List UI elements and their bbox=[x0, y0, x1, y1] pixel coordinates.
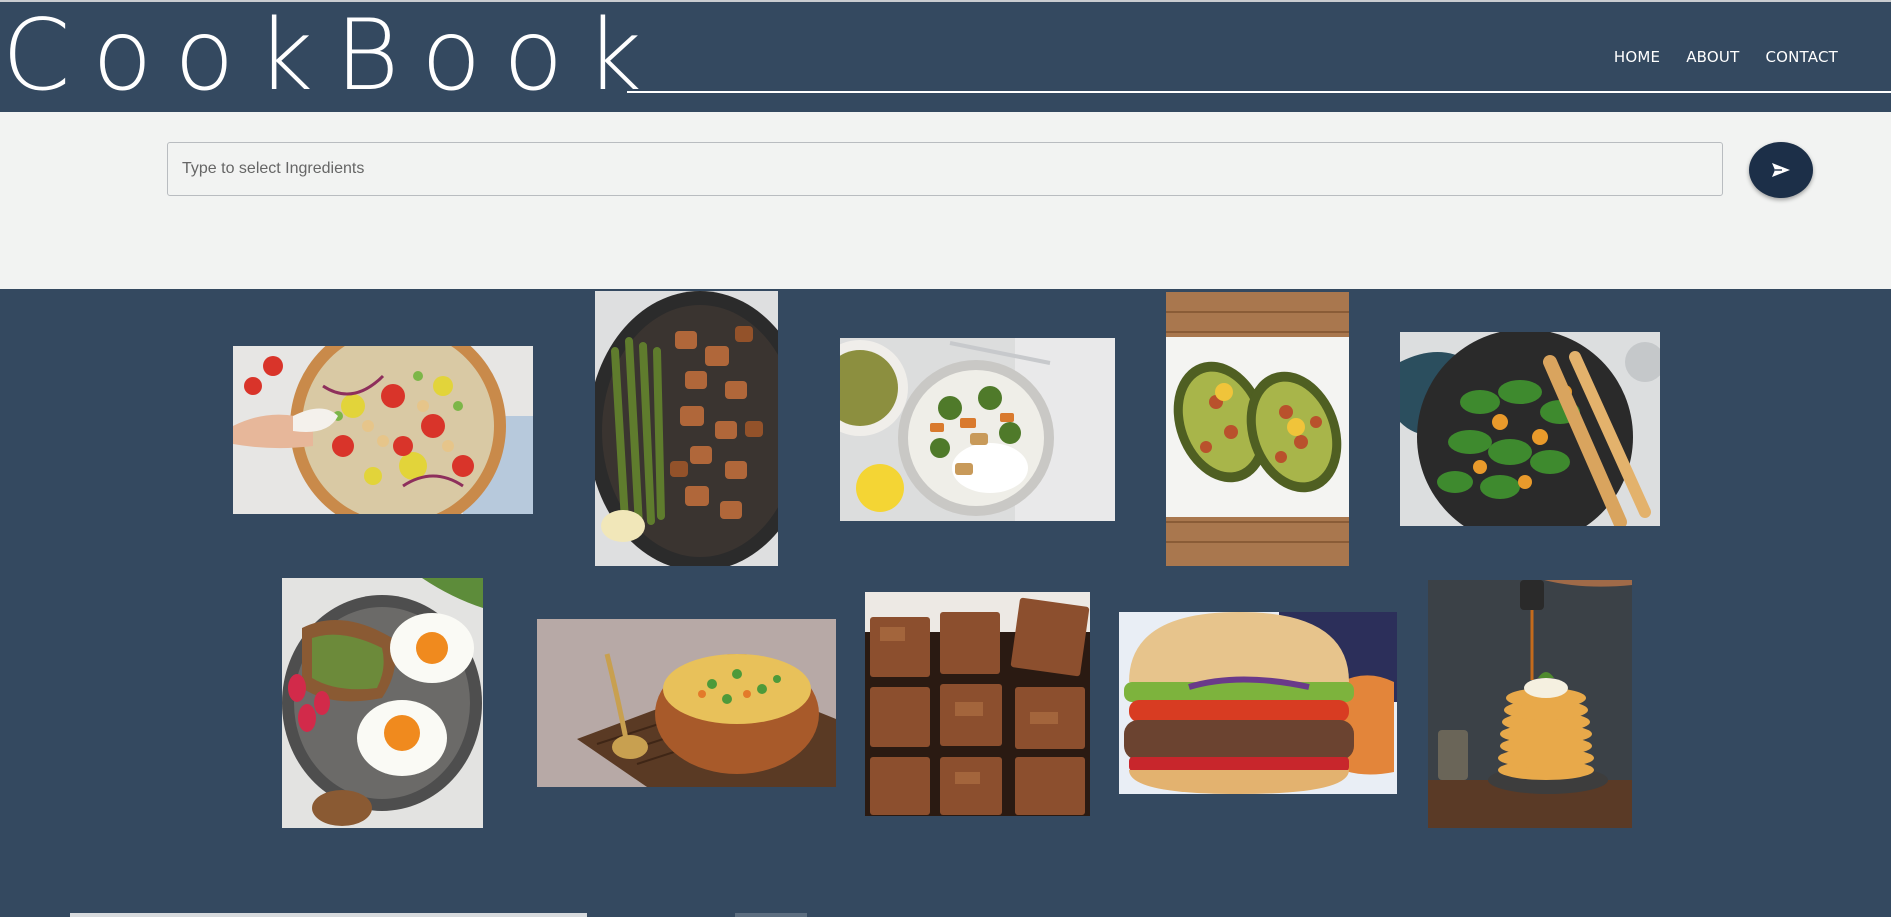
recipe-image-baked-stuffed-avocado[interactable] bbox=[1166, 292, 1349, 566]
main-nav: HOME ABOUT CONTACT bbox=[1588, 48, 1838, 66]
recipe-image-eggs-on-toast[interactable] bbox=[282, 578, 483, 828]
recipe-image-spinach-orange-salad[interactable] bbox=[1400, 332, 1660, 526]
recipe-image-chickpea-salad[interactable] bbox=[233, 346, 533, 514]
nav-contact-link[interactable]: CONTACT bbox=[1765, 48, 1838, 66]
recipe-image-burger-with-chips[interactable] bbox=[1119, 612, 1397, 794]
nav-home-link[interactable]: HOME bbox=[1614, 48, 1660, 66]
horizontal-scrollbar-segment[interactable] bbox=[735, 913, 807, 917]
recipe-image-pea-curry-bowl[interactable] bbox=[537, 619, 836, 787]
send-button[interactable] bbox=[1749, 142, 1813, 198]
recipe-image-pancake-stack-syrup[interactable] bbox=[1428, 580, 1632, 828]
site-header: CookBook HOME ABOUT CONTACT bbox=[0, 2, 1891, 112]
header-divider bbox=[627, 91, 1891, 93]
site-logo[interactable]: CookBook bbox=[2, 6, 664, 106]
nav-about-link[interactable]: ABOUT bbox=[1686, 48, 1739, 66]
send-icon bbox=[1772, 163, 1790, 177]
search-section bbox=[0, 112, 1891, 289]
ingredient-search-input[interactable] bbox=[167, 142, 1723, 196]
horizontal-scrollbar-thumb[interactable] bbox=[70, 913, 587, 917]
recipe-image-chicken-veggie-rice-bowl[interactable] bbox=[840, 338, 1115, 521]
recipe-image-chicken-asparagus-skillet[interactable] bbox=[595, 291, 778, 566]
recipe-image-brownies[interactable] bbox=[865, 592, 1090, 816]
recipe-gallery bbox=[0, 289, 1891, 917]
